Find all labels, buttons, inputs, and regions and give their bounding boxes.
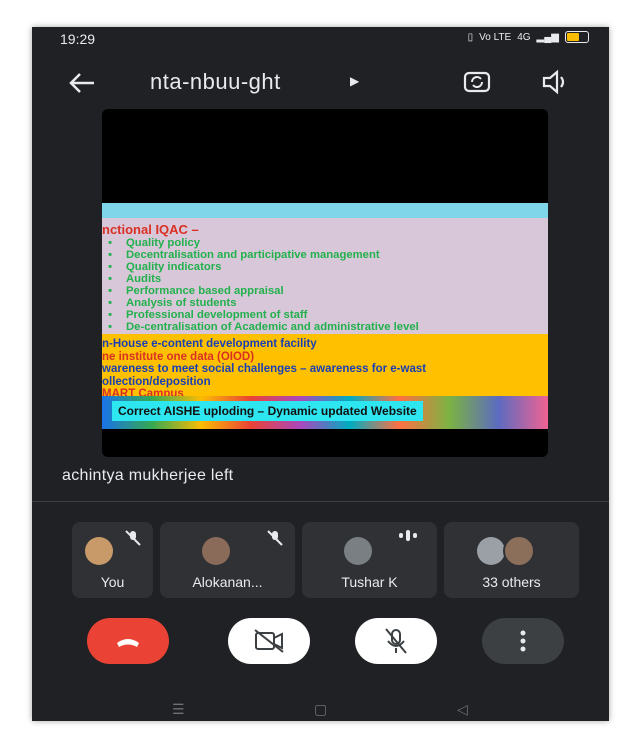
slide-bullet-list: Quality policyDecentralisation and parti… xyxy=(102,237,548,333)
back-nav-icon[interactable]: ◁ xyxy=(457,701,468,718)
slide-line: ollection/deposition xyxy=(102,375,211,388)
status-bar: 19:29 ▯ Vo LTE 4G ▂▄▆ xyxy=(32,27,609,51)
end-call-icon xyxy=(117,639,139,647)
avatar xyxy=(477,537,505,565)
slide-bottom-band: Correct AISHE uploding – Dynamic updated… xyxy=(102,396,548,429)
slide-line: wareness to meet social challenges – awa… xyxy=(102,363,427,375)
mic-off-icon xyxy=(385,628,407,654)
participant-name: 33 others xyxy=(482,574,541,590)
end-call-button[interactable] xyxy=(87,618,169,664)
avatar xyxy=(503,535,535,567)
slide-top-band xyxy=(102,203,548,218)
slide-bullet: Audits xyxy=(108,273,548,285)
slide-bullet: Professional development of staff xyxy=(108,309,548,321)
slide-heading: nctional IQAC – xyxy=(102,222,199,237)
speaker-icon[interactable] xyxy=(540,67,572,97)
battery-level xyxy=(567,33,580,41)
participant-name: You xyxy=(100,574,125,590)
signal-bars-icon: ▂▄▆ xyxy=(536,31,559,43)
avatar xyxy=(85,537,113,565)
slide-bullet: Decentralisation and participative manag… xyxy=(108,249,548,261)
more-options-icon xyxy=(520,630,526,652)
status-time: 19:29 xyxy=(60,31,96,47)
network-label: Vo LTE xyxy=(479,31,512,43)
participant-left-notice: achintya mukherjee left xyxy=(62,467,234,484)
slide-bullet: De-centralisation of Academic and admini… xyxy=(108,321,548,333)
slide-highlight-section: n-House e-content development facility ne… xyxy=(102,334,548,400)
avatar xyxy=(344,537,372,565)
switch-camera-icon[interactable] xyxy=(460,65,494,99)
avatar xyxy=(202,537,230,565)
home-icon[interactable]: ▢ xyxy=(314,701,327,718)
top-bar: nta-nbuu-ght ▶ xyxy=(32,61,609,105)
participant-tile-others[interactable]: 33 others xyxy=(444,522,579,598)
participant-tile-tushar[interactable]: Tushar K xyxy=(302,522,437,598)
camera-toggle-button[interactable] xyxy=(228,618,310,664)
back-arrow-icon[interactable] xyxy=(64,65,100,101)
signal-label: 4G xyxy=(517,31,531,43)
slide-bullet: Quality policy xyxy=(108,237,548,249)
participant-tile-alokananda[interactable]: Alokanan... xyxy=(160,522,295,598)
status-icons: ▯ Vo LTE 4G ▂▄▆ xyxy=(468,31,589,43)
slide-bullet: Quality indicators xyxy=(108,261,548,273)
slide-banner: Correct AISHE uploding – Dynamic updated… xyxy=(112,401,423,421)
participant-tile-you[interactable]: You xyxy=(72,522,153,598)
presentation-slide: nctional IQAC – Quality policyDecentrali… xyxy=(102,203,548,429)
slide-line: n-House e-content development facility xyxy=(102,338,317,350)
shared-screen-video[interactable]: nctional IQAC – Quality policyDecentrali… xyxy=(102,109,548,457)
mic-toggle-button[interactable] xyxy=(355,618,437,664)
more-options-button[interactable] xyxy=(482,618,564,664)
caret-right-icon[interactable]: ▶ xyxy=(350,74,359,88)
meeting-code[interactable]: nta-nbuu-ght xyxy=(150,69,281,95)
slide-line: ne institute one data (OIOD) xyxy=(102,350,255,363)
participant-name: Tushar K xyxy=(341,574,398,590)
slide-bullet: Analysis of students xyxy=(108,297,548,309)
slide-bullet: Performance based appraisal xyxy=(108,285,548,297)
mic-off-icon xyxy=(267,530,283,546)
participant-name: Alokanan... xyxy=(192,574,263,590)
speaking-indicator-icon xyxy=(399,528,423,542)
battery-icon xyxy=(565,31,589,43)
phone-screen: 19:29 ▯ Vo LTE 4G ▂▄▆ nta-nbuu-ght ▶ nct… xyxy=(32,27,609,721)
recent-apps-icon[interactable]: ☰ xyxy=(172,701,185,718)
divider xyxy=(32,501,609,502)
camera-off-icon xyxy=(254,629,284,653)
mic-off-icon xyxy=(125,530,141,546)
system-nav-bar: ☰ ▢ ◁ xyxy=(32,697,609,721)
vibrate-icon: ▯ xyxy=(467,31,474,43)
